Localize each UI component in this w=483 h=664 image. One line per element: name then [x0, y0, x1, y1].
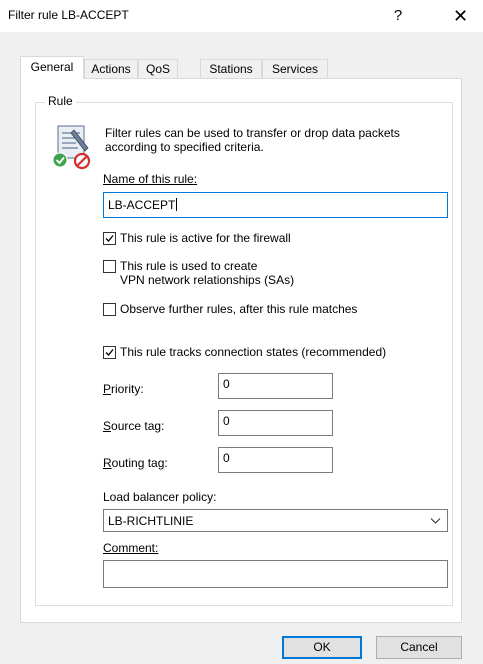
comment-input[interactable]	[103, 560, 448, 588]
vpn-checkbox[interactable]	[103, 260, 116, 273]
load-balancer-label: Load balancer policy:	[103, 490, 217, 504]
cancel-button[interactable]: Cancel	[376, 636, 462, 659]
rule-description-line-2: according to specified criteria.	[105, 140, 264, 154]
rule-description: Filter rules can be used to transfer or …	[105, 126, 445, 154]
rule-group-legend: Rule	[45, 94, 76, 108]
close-button[interactable]: ✕	[438, 0, 483, 32]
comment-label: Comment:	[103, 541, 159, 555]
vpn-label-line-2: VPN network relationships (SAs)	[120, 273, 295, 287]
rule-description-line-1: Filter rules can be used to transfer or …	[105, 126, 400, 140]
name-field-label: Name of this rule:	[103, 172, 198, 186]
tab-stations[interactable]: Stations	[200, 59, 262, 78]
checkmark-icon	[105, 235, 114, 242]
tab-general[interactable]: General	[20, 56, 84, 79]
source-tag-label: Source tag:	[103, 419, 165, 433]
filter-rule-document-icon	[52, 125, 91, 170]
source-tag-input[interactable]: 0	[218, 410, 333, 436]
title-bar: Filter rule LB-ACCEPT ? ✕	[0, 0, 483, 32]
tab-qos[interactable]: QoS	[138, 59, 178, 78]
priority-label: Priority:	[103, 382, 144, 396]
priority-input[interactable]: 0	[218, 373, 333, 399]
chevron-down-icon	[430, 518, 441, 524]
rule-name-input[interactable]: LB-ACCEPT	[103, 192, 448, 218]
vpn-label-line-1: This rule is used to create	[120, 259, 258, 273]
observe-further-checkbox[interactable]	[103, 303, 116, 316]
checkmark-icon	[105, 349, 114, 356]
tab-services[interactable]: Services	[262, 59, 328, 78]
tracks-connections-label: This rule tracks connection states (reco…	[120, 345, 387, 359]
help-button[interactable]: ?	[380, 0, 416, 32]
observe-further-label: Observe further rules, after this rule m…	[120, 302, 358, 316]
ok-button[interactable]: OK	[282, 636, 362, 659]
active-firewall-label: This rule is active for the firewall	[120, 231, 291, 245]
window-title: Filter rule LB-ACCEPT	[8, 8, 129, 22]
load-balancer-select[interactable]: LB-RICHTLINIE	[103, 509, 448, 532]
routing-tag-input[interactable]: 0	[218, 447, 333, 473]
rule-name-value: LB-ACCEPT	[108, 198, 176, 212]
active-firewall-checkbox[interactable]	[103, 232, 116, 245]
text-caret	[176, 198, 178, 211]
tracks-connections-checkbox[interactable]	[103, 346, 116, 359]
tab-actions[interactable]: Actions	[84, 59, 138, 78]
routing-tag-label: Routing tag:	[103, 456, 168, 470]
load-balancer-selected: LB-RICHTLINIE	[108, 514, 194, 528]
priority-label-rest: riority:	[111, 382, 144, 396]
